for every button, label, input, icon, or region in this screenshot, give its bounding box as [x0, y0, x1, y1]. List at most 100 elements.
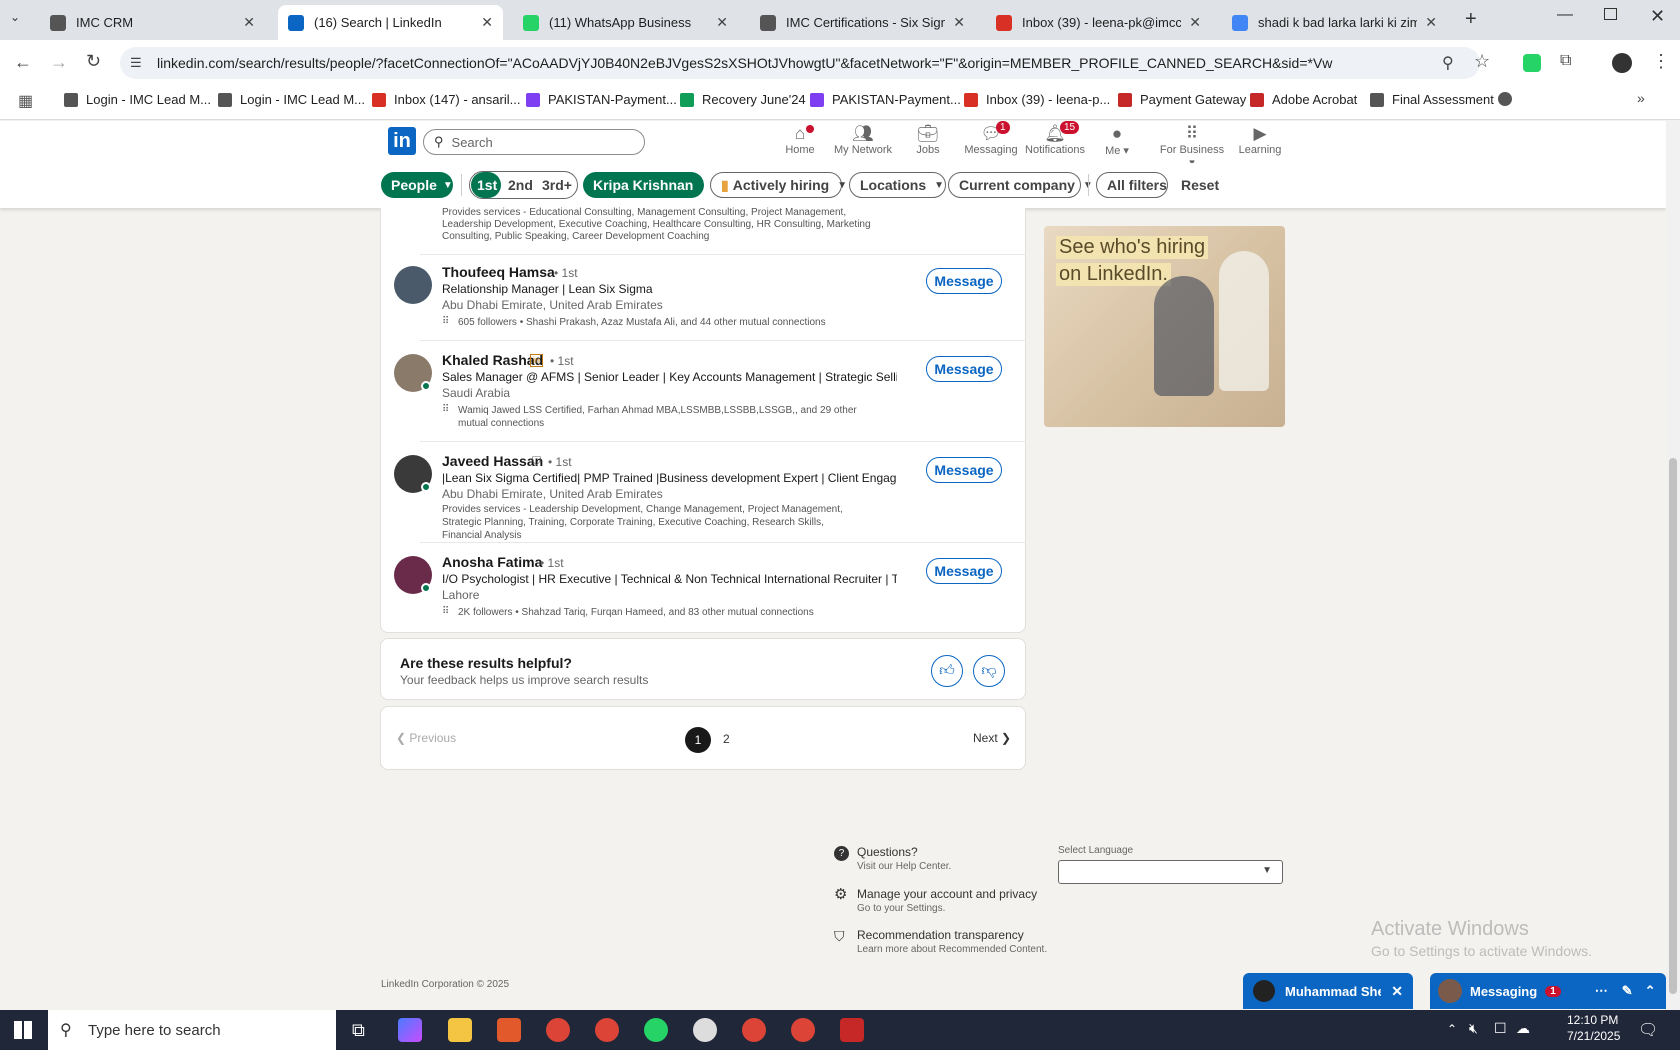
back-button[interactable]: ←	[14, 52, 32, 73]
message-button[interactable]: Message	[926, 558, 1002, 584]
bookmark-item[interactable]: Recovery June'24	[680, 92, 806, 107]
chrome-icon-4[interactable]	[791, 1018, 815, 1042]
windows-start-icon[interactable]	[14, 1021, 32, 1039]
clock-app-icon[interactable]	[693, 1018, 717, 1042]
tray-chevron-icon[interactable]: ⌃	[1447, 1022, 1457, 1036]
message-button[interactable]: Message	[926, 268, 1002, 294]
bookmark-item[interactable]: Inbox (147) - ansaril...	[372, 92, 520, 107]
hiring-ad-banner[interactable]: See who's hiring on LinkedIn.	[1044, 226, 1285, 427]
person-name-link[interactable]: Khaled Rashad	[442, 352, 543, 368]
messaging-bar[interactable]: Messaging 1 ⋯ ✎ ⌃	[1430, 973, 1666, 1009]
person-insight[interactable]: Wamiq Jawed LSS Certified, Farhan Ahmad …	[458, 404, 878, 430]
person-name-link[interactable]: Javeed Hassan	[442, 453, 543, 469]
chrome-icon-3[interactable]	[742, 1018, 766, 1042]
tab-1[interactable]: (16) Search | LinkedIn ✕	[278, 5, 503, 40]
new-tab-button[interactable]: +	[1465, 8, 1477, 31]
scrollbar-thumb[interactable]	[1669, 458, 1677, 994]
nav-avatar[interactable]: ● Me ▾	[1082, 124, 1152, 157]
filter-actively-hiring[interactable]: ▮ Actively hiring ▼	[710, 172, 847, 198]
footer-questions[interactable]: Questions?	[857, 845, 918, 859]
network-icon[interactable]: ☐	[1494, 1020, 1507, 1037]
bookmark-item[interactable]: PAKISTAN-Payment...	[810, 92, 961, 107]
nav-network[interactable]: 👥︎ My Network	[828, 124, 898, 156]
tab-4[interactable]: Inbox (39) - leena-pk@imccerti ✕	[986, 5, 1211, 40]
linkedin-logo[interactable]: in	[388, 127, 416, 155]
browser-menu-icon[interactable]: ⋮	[1652, 51, 1670, 72]
person-insight[interactable]: 605 followers • Shashi Prakash, Azaz Mus…	[458, 316, 878, 329]
message-button[interactable]: Message	[926, 457, 1002, 483]
compose-icon[interactable]: ✎	[1622, 983, 1633, 999]
next-button[interactable]: Next ❯	[973, 731, 1011, 745]
footer-settings-link[interactable]: Go to your Settings.	[857, 903, 945, 914]
tab-0[interactable]: IMC CRM ✕	[40, 5, 265, 40]
bookmark-item[interactable]: Login - IMC Lead M...	[218, 92, 365, 107]
filter-connection-of[interactable]: Kripa Krishnan ▼	[583, 172, 711, 198]
nav-bell[interactable]: 🔔︎ 15 Notifications	[1020, 121, 1090, 156]
extensions-icon[interactable]: ⧉	[1560, 52, 1571, 70]
tab-3[interactable]: IMC Certifications - Six Sigma C ✕	[750, 5, 975, 40]
minimize-button[interactable]: —	[1557, 6, 1573, 24]
page-1-button[interactable]: 1	[685, 727, 711, 753]
footer-help-center-link[interactable]: Visit our Help Center.	[857, 861, 951, 872]
filter-1st[interactable]: 1st	[471, 172, 501, 198]
footer-recommended-content-link[interactable]: Learn more about Recommended Content.	[857, 944, 1047, 955]
close-icon[interactable]: ✕	[953, 14, 965, 31]
thumbs-up-button[interactable]: 👍︎	[931, 655, 963, 687]
close-icon[interactable]: ✕	[716, 14, 728, 31]
acrobat-icon[interactable]	[840, 1018, 864, 1042]
tab-5[interactable]: shadi k bad larka larki ki zimad ✕	[1222, 5, 1447, 40]
message-button[interactable]: Message	[926, 356, 1002, 382]
previous-button[interactable]: ❮ Previous	[396, 731, 456, 745]
more-options-icon[interactable]: ⋯	[1595, 983, 1608, 999]
person-name-link[interactable]: Thoufeeq Hamsa	[442, 264, 555, 280]
all-filters-button[interactable]: All filters	[1096, 172, 1168, 198]
nav-messaging[interactable]: 💬︎ 1 Messaging	[956, 121, 1026, 156]
chrome-icon[interactable]	[546, 1018, 570, 1042]
language-select[interactable]: ▼	[1058, 860, 1283, 884]
person-name-link[interactable]: Anosha Fatima	[442, 554, 542, 570]
bookmarks-overflow-icon[interactable]: »	[1637, 90, 1645, 106]
app-icon[interactable]	[497, 1018, 521, 1042]
bookmark-item[interactable]: PAKISTAN-Payment...	[526, 92, 677, 107]
chevron-up-icon[interactable]: ⌃	[1645, 983, 1656, 999]
footer-recommendation-transparency[interactable]: Recommendation transparency	[857, 928, 1024, 942]
site-info-icon[interactable]: ☰	[130, 55, 142, 71]
linkedin-search-input[interactable]: ⚲ Search	[423, 129, 645, 155]
filter-2nd[interactable]: 2nd	[502, 172, 534, 198]
volume-muted-icon[interactable]: 🔇︎	[1469, 1020, 1478, 1037]
bookmark-item[interactable]: Adobe Acrobat	[1250, 92, 1357, 107]
nav-learning[interactable]: ▶ Learning	[1225, 124, 1295, 156]
close-window-button[interactable]: ✕	[1650, 6, 1665, 27]
taskbar-date[interactable]: 7/21/2025	[1567, 1029, 1620, 1043]
close-icon[interactable]: ✕	[1189, 14, 1201, 31]
reset-button[interactable]: Reset	[1171, 172, 1229, 198]
page-2-button[interactable]: 2	[723, 732, 730, 746]
restore-button[interactable]	[1604, 8, 1617, 20]
taskbar-search-input[interactable]: ⚲ Type here to search	[48, 1010, 336, 1050]
close-icon[interactable]: ✕	[1391, 983, 1403, 1000]
onedrive-icon[interactable]: ☁	[1516, 1020, 1530, 1037]
person-insight[interactable]: 2K followers • Shahzad Tariq, Furqan Ham…	[458, 606, 878, 619]
close-icon[interactable]: ✕	[481, 14, 493, 31]
filter-3rd[interactable]: 3rd+	[536, 172, 576, 198]
zoom-icon[interactable]: ⚲	[1442, 53, 1454, 73]
chat-conversation-bar[interactable]: Muhammad She... ✕	[1243, 973, 1413, 1009]
nav-home[interactable]: ⌂ Home	[765, 124, 835, 156]
bookmark-item[interactable]: Final Assessment	[1370, 92, 1494, 107]
whatsapp-icon[interactable]	[644, 1018, 668, 1042]
bookmark-star-icon[interactable]: ☆	[1474, 51, 1490, 72]
nav-jobs[interactable]: 💼︎ Jobs	[893, 124, 963, 156]
task-view-icon[interactable]: ⧉	[352, 1020, 365, 1041]
footer-manage-account[interactable]: Manage your account and privacy	[857, 887, 1037, 901]
whatsapp-extension-icon[interactable]	[1523, 54, 1541, 72]
file-explorer-icon[interactable]	[448, 1018, 472, 1042]
thumbs-down-button[interactable]: 👎︎	[973, 655, 1005, 687]
chrome-icon-2[interactable]	[595, 1018, 619, 1042]
apps-icon[interactable]: ▦	[18, 91, 33, 111]
notification-center-icon[interactable]: 🗨︎	[1638, 1020, 1658, 1040]
bookmark-item[interactable]: Inbox (39) - leena-p...	[964, 92, 1110, 107]
close-icon[interactable]: ✕	[243, 14, 255, 31]
profile-avatar[interactable]	[1612, 53, 1632, 73]
close-icon[interactable]: ✕	[1425, 14, 1437, 31]
forward-button[interactable]: →	[50, 52, 68, 73]
